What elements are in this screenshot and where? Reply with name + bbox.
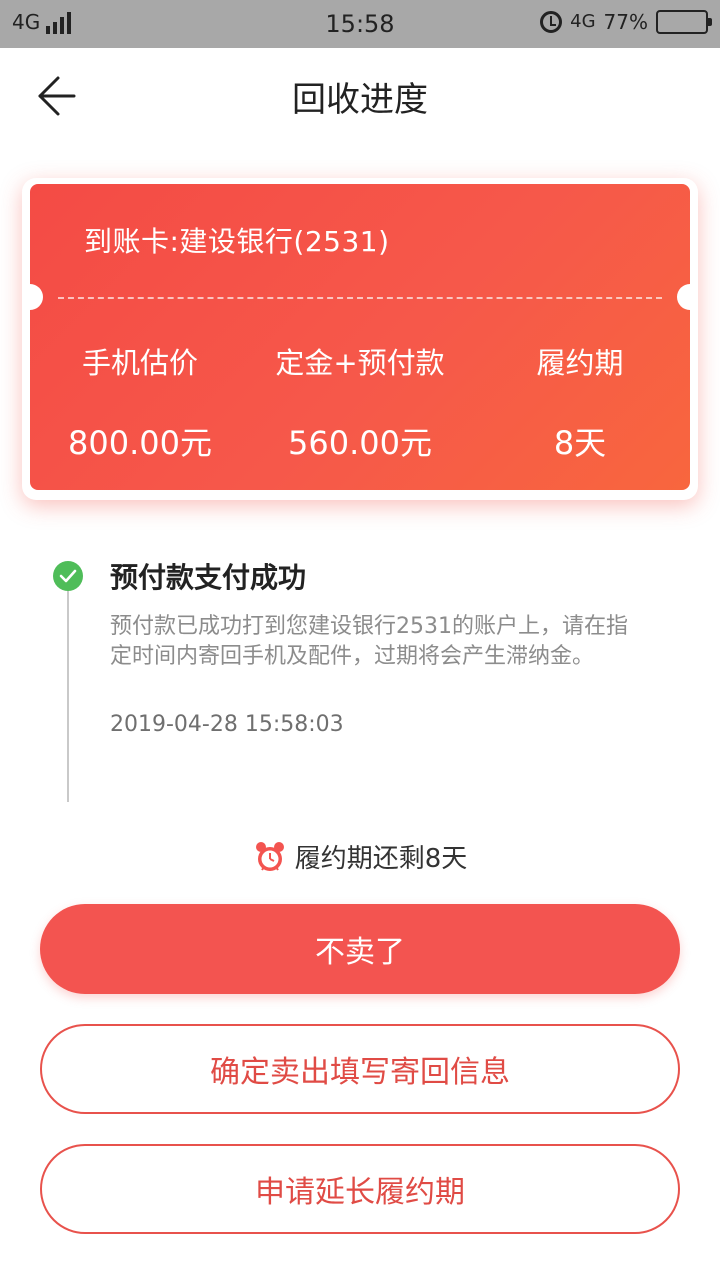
account-card-label: 到账卡:建设银行(2531) — [84, 225, 390, 258]
status-right: 4G 77% — [540, 10, 712, 34]
alarm-clock-icon — [255, 841, 284, 871]
page-title: 回收进度 — [292, 80, 428, 120]
recycle-summary-card: 到账卡:建设银行(2531) 手机估价 800.00元 定金+预付款 560.0… — [30, 184, 690, 490]
timeline-description: 预付款已成功打到您建设银行2531的账户上，请在指定时间内寄回手机及配件，过期将… — [110, 614, 628, 669]
network-4g-indicator: 4G — [570, 11, 596, 32]
deposit-label: 定金+预付款 — [275, 346, 445, 380]
recycle-progress-page: 4G 15:58 4G 77% 回收进度 到账卡:建设银行(2531) 手机估价… — [0, 0, 720, 1280]
term-label: 履约期 — [536, 346, 624, 380]
timeline-timestamp: 2019-04-28 15:58:03 — [110, 712, 344, 737]
timeline-title: 预付款支付成功 — [110, 561, 307, 594]
status-bar: 4G 15:58 4G 77% — [0, 0, 720, 48]
network-right-label: 4G — [570, 11, 596, 32]
ticket-notch-left — [30, 284, 43, 310]
alarm-icon — [540, 11, 563, 33]
extend-term-button[interactable]: 申请延长履约期 — [40, 1144, 680, 1234]
confirm-sell-button[interactable]: 确定卖出填写寄回信息 — [40, 1024, 680, 1114]
cancel-sale-button[interactable]: 不卖了 — [40, 904, 680, 994]
remaining-term: 履约期还剩8天 — [0, 838, 720, 875]
timeline-line — [67, 588, 69, 802]
dashed-divider — [58, 297, 662, 299]
nav-bar: 回收进度 — [0, 48, 720, 144]
price-estimate-label: 手机估价 — [81, 346, 198, 380]
check-circle-icon — [53, 561, 83, 591]
deposit-value: 560.00元 — [288, 424, 432, 462]
remaining-text: 履约期还剩8天 — [294, 844, 468, 874]
price-estimate-value: 800.00元 — [68, 424, 212, 462]
battery-percent: 77% — [603, 10, 648, 34]
term-value: 8天 — [553, 424, 607, 462]
ticket-notch-right — [677, 284, 690, 310]
battery-icon — [656, 10, 712, 34]
checkmark-icon — [59, 569, 77, 583]
